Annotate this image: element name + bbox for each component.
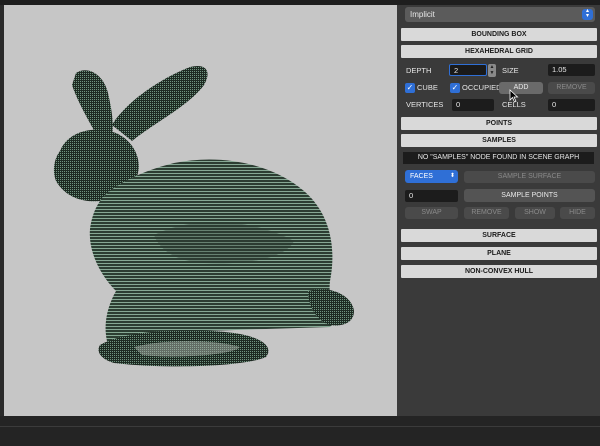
cells-field: 0 [548,99,595,111]
sample-points-button[interactable]: SAMPLE POINTS [464,189,595,202]
sample-surface-button[interactable]: SAMPLE SURFACE [464,171,595,183]
depth-input[interactable]: 2 [449,64,487,76]
swap-button[interactable]: SWAP [405,207,458,219]
bunny-voxel-mesh [53,65,354,367]
cube-label: CUBE [417,83,438,92]
divider [0,426,600,427]
section-plane[interactable]: PLANE [401,247,597,260]
remove-samples-button[interactable]: REMOVE [464,207,509,219]
depth-stepper[interactable]: ▲ ▼ [488,64,496,77]
bottom-status-bar [0,416,600,446]
mode-dropdown[interactable]: Implicit ▴ ▾ [405,7,595,22]
up-down-chevron-icon: ▴ ▾ [582,8,593,20]
section-bounding-box[interactable]: BOUNDING BOX [401,28,597,41]
add-button[interactable]: ADD [499,82,543,94]
section-surface[interactable]: SURFACE [401,229,597,242]
hide-button[interactable]: HIDE [560,207,595,219]
remove-grid-button[interactable]: REMOVE [548,82,595,94]
samples-status-message: NO "SAMPLES" NODE FOUND IN SCENE GRAPH [403,152,594,164]
occupied-checkbox[interactable]: ✓ [450,83,460,93]
mode-dropdown-value: Implicit [410,10,435,19]
occupied-label: OCCUPIED [462,83,502,92]
depth-label: DEPTH [406,66,432,75]
sample-count-input[interactable]: 0 [405,190,458,202]
up-down-chevron-icon: ⬍ [449,173,455,179]
sample-mode-value: FACES [410,173,433,180]
cells-label: CELLS [502,100,526,109]
show-button[interactable]: SHOW [515,207,555,219]
size-input[interactable]: 1.05 [548,64,595,76]
size-label: SIZE [502,66,519,75]
cube-checkbox[interactable]: ✓ [405,83,415,93]
section-points[interactable]: POINTS [401,117,597,130]
section-samples[interactable]: SAMPLES [401,134,597,147]
section-non-convex-hull[interactable]: NON-CONVEX HULL [401,265,597,278]
vertices-label: VERTICES [406,100,444,109]
section-hexahedral-grid[interactable]: HEXAHEDRAL GRID [401,45,597,58]
sample-mode-select[interactable]: FACES ⬍ [405,170,458,183]
vertices-field: 0 [452,99,494,111]
3d-viewport[interactable] [4,5,397,416]
